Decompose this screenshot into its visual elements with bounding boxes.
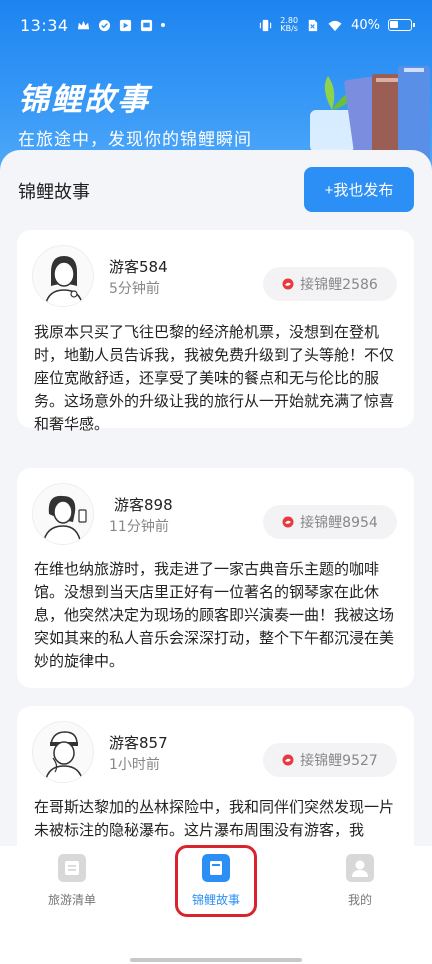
tab-travel-list[interactable]: 旅游清单 [27,854,117,914]
section-title: 锦鲤故事 [18,182,90,203]
connect-koi-label: 接锦鲤8954 [300,515,378,531]
koi-icon [282,754,294,766]
post-time: 5分钟前 [109,281,160,297]
user-name: 游客857 [109,734,168,752]
story-card[interactable]: 游客857 1小时前 接锦鲤9527 在哥斯达黎加的丛林探险中，我和同伴们突然发… [17,706,414,850]
highlight-annotation [175,845,257,917]
wifi-icon [328,20,342,31]
connect-koi-button[interactable]: 接锦鲤9527 [263,743,397,777]
avatar[interactable] [32,245,94,307]
tv-icon [140,19,152,31]
verified-icon [98,19,110,31]
post-time: 1小时前 [109,757,160,773]
connect-koi-button[interactable]: 接锦鲤2586 [263,267,397,301]
connect-koi-label: 接锦鲤2586 [300,277,378,293]
sim-icon [308,19,318,31]
status-bar: 13:34 2.80 KB/s 40% [0,0,432,50]
battery-icon [388,19,415,31]
story-card[interactable]: 游客584 5分钟前 接锦鲤2586 我原本只买了飞往巴黎的经济舱机票，没想到在… [17,230,414,433]
koi-icon [282,278,294,290]
battery-percent: 40% [351,17,380,33]
notification-dot-icon [160,23,165,27]
tab-label: 旅游清单 [47,893,96,907]
vibrate-icon [260,19,272,31]
page-subtitle: 在旅途中，发现你的锦鲤瞬间 [18,130,252,150]
home-indicator[interactable] [130,958,302,962]
crown-icon [77,20,89,29]
list-icon [58,854,86,882]
story-text: 我原本只买了飞往巴黎的经济舱机票，没想到在登机时，地勤人员告诉我，我被免费升级到… [34,323,395,433]
avatar[interactable] [32,483,94,545]
user-avatar-icon [44,731,84,782]
story-text: 在维也纳旅游时，我走进了一家古典音乐主题的咖啡馆。没想到当天店里正好有一位著名的… [34,560,395,670]
user-avatar-icon [44,256,84,306]
person-icon [346,854,374,882]
post-time: 11分钟前 [109,519,169,535]
user-avatar-icon [42,495,87,544]
story-text: 在哥斯达黎加的丛林探险中，我和同伴们突然发现一片未被标注的隐秘瀑布。这片瀑布周围… [34,798,395,839]
page-title: 锦鲤故事 [18,82,150,118]
publish-story-button[interactable]: +我也发布 [304,167,414,212]
connect-koi-button[interactable]: 接锦鲤8954 [263,505,397,539]
tab-me[interactable]: 我的 [315,854,405,914]
tab-label: 我的 [347,893,372,907]
avatar[interactable] [32,721,94,783]
story-card[interactable]: 游客898 11分钟前 接锦鲤8954 在维也纳旅游时，我走进了一家古典音乐主题… [17,468,414,688]
connect-koi-label: 接锦鲤9527 [300,753,378,769]
play-icon [119,19,131,31]
user-name: 游客584 [109,258,168,276]
network-speed: 2.80 KB/s [280,17,298,33]
user-name: 游客898 [114,496,173,514]
story-panel: 锦鲤故事 +我也发布 游客584 5分钟前 接锦鲤2586 我原本只买了飞往巴黎… [0,150,432,850]
network-speed-unit: KB/s [280,24,298,33]
status-time: 13:34 [20,15,69,35]
koi-icon [282,516,294,528]
